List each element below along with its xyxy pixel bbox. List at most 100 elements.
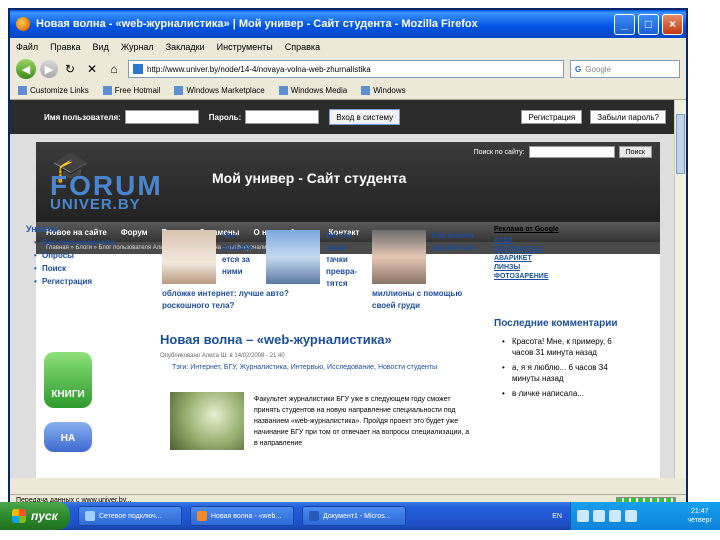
- start-label: пуск: [31, 509, 58, 523]
- url-text: http://www.univer.by/node/14-4/novaya-vo…: [147, 64, 371, 74]
- minimize-button[interactable]: _: [614, 13, 635, 35]
- forum-univer-logo[interactable]: 🎓 FORUM UNIVER.BY: [48, 150, 188, 214]
- teaser-1[interactable]: Что скрыва-ется за ними обложке интернет…: [162, 230, 264, 310]
- teaser-3-text[interactable]: Как можно заработать: [432, 230, 477, 254]
- window-title: Новая волна - «web-журналистика» | Мой у…: [36, 18, 478, 30]
- login-button[interactable]: Вход в систему: [329, 109, 401, 125]
- username-label: Имя пользователя:: [44, 112, 121, 122]
- article-tags[interactable]: Тэги: Интернет, БГУ, Журналистика, Интер…: [172, 363, 480, 373]
- ads-heading[interactable]: Реклама от Google: [494, 226, 604, 233]
- teaser-1-image[interactable]: [162, 230, 216, 284]
- ad-link-2[interactable]: ШОСОМОЛЬЕ: [494, 245, 604, 254]
- language-indicator[interactable]: EN: [552, 513, 562, 520]
- task-network[interactable]: Сетевое подключ...: [78, 506, 182, 526]
- network-icon: [85, 511, 95, 521]
- teaser-3-tail[interactable]: миллионы с помощью своей груди: [372, 288, 480, 312]
- na-button[interactable]: НА: [44, 422, 92, 452]
- teaser-2-text[interactable]: Во что ваши тачки превра-тятся: [326, 230, 370, 290]
- logo-univer-text: UNIVER.BY: [50, 196, 141, 213]
- sidebar-item-polls[interactable]: Опросы: [34, 251, 146, 260]
- comment-item[interactable]: Красота! Мне, к примеру, 6 часов 31 мину…: [502, 336, 624, 358]
- bookmarks-bar: Customize Links Free Hotmail Windows Mar…: [10, 82, 686, 100]
- bookmark-customize-links[interactable]: Customize Links: [18, 86, 89, 95]
- article-body: Факультет журналистики БГУ уже в следующ…: [254, 396, 470, 447]
- bookmark-windows-media[interactable]: Windows Media: [279, 86, 347, 95]
- register-button[interactable]: Регистрация: [521, 110, 583, 124]
- firefox-icon: [197, 511, 207, 521]
- clock-day: четверг: [687, 517, 713, 524]
- tray-icon[interactable]: [577, 510, 589, 522]
- search-bar[interactable]: G Google: [570, 60, 680, 78]
- article-meta: Опубликовано Алиса Ш. в 14/02/2008 - 21:…: [160, 353, 285, 359]
- sidebar-item-register[interactable]: Регистрация: [34, 277, 146, 286]
- forward-button[interactable]: ▶: [40, 60, 58, 78]
- menu-view[interactable]: Вид: [93, 42, 109, 52]
- url-bar[interactable]: http://www.univer.by/node/14-4/novaya-vo…: [128, 60, 564, 78]
- teaser-3[interactable]: Как можно заработать миллионы с помощью …: [372, 230, 477, 310]
- tray-icon[interactable]: [593, 510, 605, 522]
- tray-icon[interactable]: [625, 510, 637, 522]
- browser-window: Новая волна - «web-журналистика» | Мой у…: [8, 8, 688, 508]
- clock[interactable]: 21:47 четверг: [688, 507, 713, 525]
- books-button[interactable]: КНИГИ: [44, 352, 92, 408]
- scrollbar-thumb[interactable]: [676, 114, 685, 174]
- menu-help[interactable]: Справка: [285, 42, 320, 52]
- task-firefox[interactable]: Новая волна - «web...: [190, 506, 294, 526]
- teaser-1-tail[interactable]: обложке интернет: лучше роскошного тела?: [162, 288, 270, 312]
- site-banner: 🎓 FORUM UNIVER.BY Мой универ - Сайт студ…: [36, 142, 660, 222]
- menu-bar: Файл Правка Вид Журнал Закладки Инструме…: [10, 38, 686, 56]
- site-search-button[interactable]: Поиск: [618, 146, 652, 158]
- menu-bookmarks[interactable]: Закладки: [166, 42, 205, 52]
- menu-tools[interactable]: Инструменты: [217, 42, 273, 52]
- system-tray: 21:47 четверг: [570, 502, 720, 530]
- menu-file[interactable]: Файл: [16, 42, 38, 52]
- teaser-2-tail[interactable]: авто?: [266, 288, 374, 300]
- title-bar: Новая волна - «web-журналистика» | Мой у…: [10, 10, 686, 38]
- username-input[interactable]: [124, 110, 199, 124]
- vertical-scrollbar[interactable]: [674, 100, 686, 478]
- bookmark-windows-marketplace[interactable]: Windows Marketplace: [174, 86, 264, 95]
- navigation-toolbar: ◀ ▶ ↻ ✕ ⌂ http://www.univer.by/node/14-4…: [10, 56, 686, 82]
- tray-icon[interactable]: [609, 510, 621, 522]
- comment-item[interactable]: а, я я люблю... 6 часов 34 минуты назад: [502, 362, 624, 384]
- teaser-3-image[interactable]: [372, 230, 426, 284]
- stop-icon[interactable]: ✕: [84, 61, 100, 77]
- teaser-2[interactable]: Во что ваши тачки превра-тятся авто?: [266, 230, 366, 310]
- ad-link-5[interactable]: ФОТОЗАРЕНИЕ: [494, 272, 604, 281]
- maximize-button[interactable]: □: [638, 13, 659, 35]
- ad-link-1[interactable]: АУДИ: [494, 236, 604, 245]
- teaser-2-image[interactable]: [266, 230, 320, 284]
- firefox-icon: [16, 17, 30, 31]
- bookmark-free-hotmail[interactable]: Free Hotmail: [103, 86, 161, 95]
- ad-link-4[interactable]: ЛИНЗЫ: [494, 263, 604, 272]
- menu-edit[interactable]: Правка: [50, 42, 80, 52]
- password-input[interactable]: [245, 110, 320, 124]
- home-icon[interactable]: ⌂: [106, 61, 122, 77]
- close-button[interactable]: ×: [662, 13, 683, 35]
- search-placeholder: Google: [585, 64, 612, 74]
- forgot-password-button[interactable]: Забыли пароль?: [590, 110, 666, 124]
- google-icon: G: [575, 64, 582, 74]
- start-button[interactable]: пуск: [0, 502, 70, 530]
- sidebar-heading: Универ: [26, 224, 59, 234]
- site-title: Мой универ - Сайт студента: [212, 170, 407, 186]
- task-word[interactable]: Документ1 - Micros...: [302, 506, 406, 526]
- article-title[interactable]: Новая волна – «web-журналистика»: [160, 332, 480, 347]
- task-firefox-label: Новая волна - «web...: [211, 512, 282, 520]
- page-content: Имя пользователя: Пароль: Вход в систему…: [10, 100, 686, 478]
- site-search-input[interactable]: [528, 146, 615, 158]
- left-sidebar: Универ Все пользователи Опросы Поиск Рег…: [26, 224, 146, 290]
- sidebar-item-users[interactable]: Все пользователи: [34, 238, 146, 247]
- menu-history[interactable]: Журнал: [121, 42, 154, 52]
- word-icon: [309, 511, 319, 521]
- sidebar-item-search[interactable]: Поиск: [34, 264, 146, 273]
- reload-icon[interactable]: ↻: [62, 61, 78, 77]
- bookmark-windows[interactable]: Windows: [361, 86, 405, 95]
- ad-link-3[interactable]: АВАРИКЕТ: [494, 254, 604, 263]
- login-bar: Имя пользователя: Пароль: Вход в систему…: [10, 100, 674, 134]
- back-button[interactable]: ◀: [16, 59, 36, 79]
- comment-item[interactable]: в личке написала...: [502, 388, 624, 399]
- task-network-label: Сетевое подключ...: [99, 512, 162, 520]
- teaser-1-text[interactable]: Что скрыва-ется за ними: [222, 230, 266, 278]
- taskbar: пуск Сетевое подключ... Новая волна - «w…: [0, 502, 720, 530]
